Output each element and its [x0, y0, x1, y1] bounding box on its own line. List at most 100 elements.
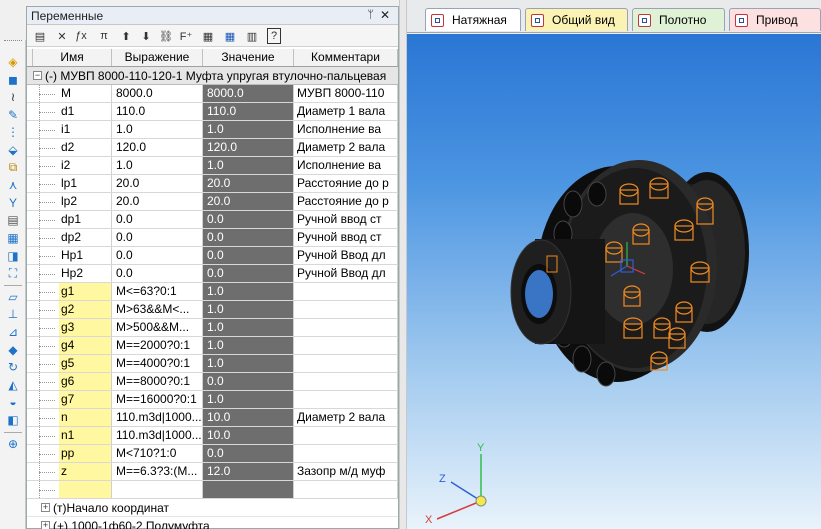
variable-expression-cell[interactable]: 0.0	[112, 265, 203, 282]
variable-row[interactable]: pp M<710?1:0 0.0	[27, 445, 398, 463]
document-tab[interactable]: Привод	[729, 8, 821, 31]
subgroup-row[interactable]: + (т)Начало координат	[27, 499, 398, 517]
variable-row[interactable]: dp2 0.0 0.0 Ручной ввод ст	[27, 229, 398, 247]
document-tab[interactable]: Полотно	[632, 8, 725, 31]
variable-name-cell[interactable]: M	[59, 85, 112, 102]
rotate-icon[interactable]: ↻	[4, 359, 22, 375]
variable-row[interactable]: lp2 20.0 20.0 Расстояние до р	[27, 193, 398, 211]
edit-icon[interactable]: ✎	[4, 107, 22, 123]
variable-comment-cell[interactable]: Диаметр 2 вала	[294, 409, 398, 426]
variable-name-cell[interactable]: g7	[59, 391, 112, 408]
variable-expression-cell[interactable]: M>63&&M<...	[112, 301, 203, 318]
search-icon[interactable]: ⊕	[4, 436, 22, 452]
variable-name-cell[interactable]: pp	[59, 445, 112, 462]
expand-icon[interactable]: +	[41, 503, 50, 512]
variable-name-cell[interactable]: g1	[59, 283, 112, 300]
variable-value-cell[interactable]: 1.0	[203, 319, 294, 336]
group-row-coupling[interactable]: − (-) МУВП 8000-110-120-1 Муфта упругая …	[27, 67, 398, 85]
variable-row[interactable]: n1 110.m3d|1000... 10.0	[27, 427, 398, 445]
variable-value-cell[interactable]: 10.0	[203, 427, 294, 444]
base-icon[interactable]: ◒	[4, 394, 22, 410]
variable-comment-cell[interactable]: МУВП 8000-110	[294, 85, 398, 102]
spring-icon[interactable]: ≀	[4, 89, 22, 105]
variable-value-cell[interactable]: 0.0	[203, 211, 294, 228]
pin-icon[interactable]: ⧉	[4, 160, 22, 176]
table2-icon[interactable]: ▥	[243, 28, 261, 44]
variable-row[interactable]: i1 1.0 1.0 Исполнение ва	[27, 121, 398, 139]
column-header-value[interactable]: Значение	[203, 49, 294, 66]
variable-value-cell[interactable]	[203, 481, 294, 498]
variable-value-cell[interactable]: 120.0	[203, 139, 294, 156]
variable-name-cell[interactable]: d2	[59, 139, 112, 156]
variable-expression-cell[interactable]: M<710?1:0	[112, 445, 203, 462]
variable-comment-cell[interactable]	[294, 301, 398, 318]
variable-value-cell[interactable]: 110.0	[203, 103, 294, 120]
variable-value-cell[interactable]: 1.0	[203, 121, 294, 138]
sheet-icon[interactable]: ▤	[4, 212, 22, 228]
expand-icon[interactable]: +	[41, 521, 50, 529]
variable-name-cell[interactable]: d1	[59, 103, 112, 120]
layer-icon[interactable]: ◧	[4, 412, 22, 428]
variable-expression-cell[interactable]: 1.0	[112, 121, 203, 138]
variable-value-cell[interactable]: 12.0	[203, 463, 294, 480]
panel-splitter[interactable]	[399, 0, 407, 529]
measure-icon[interactable]: ⋏	[4, 177, 22, 193]
variable-value-cell[interactable]: 0.0	[203, 247, 294, 264]
report-icon[interactable]: ◨	[4, 248, 22, 264]
column-header-name[interactable]: Имя	[33, 49, 112, 66]
variable-value-cell[interactable]: 10.0	[203, 409, 294, 426]
variable-expression-cell[interactable]: M<=63?0:1	[112, 283, 203, 300]
variable-name-cell[interactable]: g2	[59, 301, 112, 318]
variable-expression-cell[interactable]	[112, 481, 203, 498]
variable-name-cell[interactable]: n1	[59, 427, 112, 444]
variable-row[interactable]: g4 M==2000?0:1 1.0	[27, 337, 398, 355]
variable-expression-cell[interactable]: 8000.0	[112, 85, 203, 102]
variable-name-cell[interactable]: lp1	[59, 175, 112, 192]
variable-name-cell[interactable]: dp2	[59, 229, 112, 246]
variable-comment-cell[interactable]: Ручной Ввод дл	[294, 265, 398, 282]
subgroup-row[interactable]: + (+) 1000-1ф60-2 Полумуфта	[27, 517, 398, 529]
variable-expression-cell[interactable]: 20.0	[112, 175, 203, 192]
variable-row[interactable]: dp1 0.0 0.0 Ручной ввод ст	[27, 211, 398, 229]
toolbar-grip[interactable]	[4, 40, 22, 44]
fx-sub-icon[interactable]: F⁺	[177, 28, 195, 44]
variable-comment-cell[interactable]: Исполнение ва	[294, 157, 398, 174]
variable-name-cell[interactable]: dp1	[59, 211, 112, 228]
spec-icon[interactable]: ▦	[4, 230, 22, 246]
variable-value-cell[interactable]: 8000.0	[203, 85, 294, 102]
variable-comment-cell[interactable]	[294, 445, 398, 462]
variable-expression-cell[interactable]: 0.0	[112, 211, 203, 228]
variable-name-cell[interactable]: Hp2	[59, 265, 112, 282]
parts-icon[interactable]: ◈	[4, 54, 22, 70]
variable-comment-cell[interactable]: Ручной ввод ст	[294, 211, 398, 228]
variable-comment-cell[interactable]	[294, 427, 398, 444]
variable-name-cell[interactable]: i1	[59, 121, 112, 138]
variable-value-cell[interactable]: 0.0	[203, 229, 294, 246]
variable-comment-cell[interactable]: Зазопр м/д муф	[294, 463, 398, 480]
variable-expression-cell[interactable]: 20.0	[112, 193, 203, 210]
array-icon[interactable]: ⋮	[4, 124, 22, 140]
variable-comment-cell[interactable]: Диаметр 1 вала	[294, 103, 398, 120]
variable-row[interactable]: d1 110.0 110.0 Диаметр 1 вала	[27, 103, 398, 121]
solid-icon[interactable]: ◼	[4, 72, 22, 88]
up-icon[interactable]: ⬆	[117, 28, 135, 44]
variable-comment-cell[interactable]	[294, 355, 398, 372]
sketch-icon[interactable]: ⊥	[4, 306, 22, 322]
variable-expression-cell[interactable]: 110.m3d|1000...	[112, 427, 203, 444]
variable-row[interactable]: g1 M<=63?0:1 1.0	[27, 283, 398, 301]
variable-name-cell[interactable]: g4	[59, 337, 112, 354]
variable-row[interactable]: z M==6.3?3:(M... 12.0 Зазопр м/д муф	[27, 463, 398, 481]
close-icon[interactable]: ✕	[380, 8, 390, 22]
variable-expression-cell[interactable]: 0.0	[112, 229, 203, 246]
variable-value-cell[interactable]: 0.0	[203, 445, 294, 462]
variable-row[interactable]: d2 120.0 120.0 Диаметр 2 вала	[27, 139, 398, 157]
variable-comment-cell[interactable]	[294, 391, 398, 408]
variable-comment-cell[interactable]: Ручной ввод ст	[294, 229, 398, 246]
variable-name-cell[interactable]: Hp1	[59, 247, 112, 264]
plane-icon[interactable]: ▱	[4, 289, 22, 305]
column-header-comment[interactable]: Комментари	[294, 49, 398, 66]
variable-expression-cell[interactable]: M==4000?0:1	[112, 355, 203, 372]
variable-row[interactable]: M 8000.0 8000.0 МУВП 8000-110	[27, 85, 398, 103]
variable-name-cell[interactable]: g6	[59, 373, 112, 390]
variable-value-cell[interactable]: 20.0	[203, 175, 294, 192]
